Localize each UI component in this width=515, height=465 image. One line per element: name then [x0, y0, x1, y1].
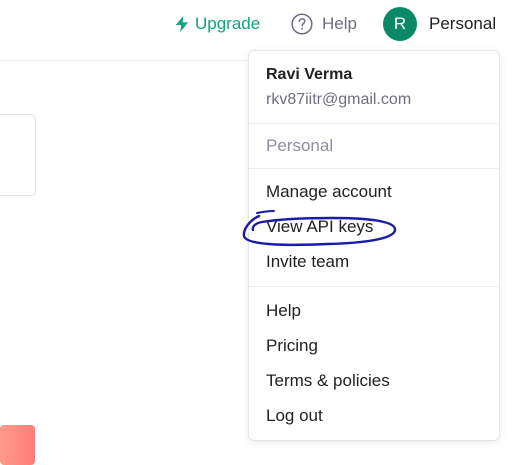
menu-item-view-api-keys[interactable]: View API keys — [266, 216, 373, 238]
menu-divider — [249, 286, 499, 287]
workspace-selector[interactable]: Personal — [266, 135, 333, 157]
upgrade-link[interactable]: Upgrade — [175, 13, 260, 35]
question-circle-icon — [291, 13, 313, 35]
account-menu-trigger[interactable]: R Personal — [383, 7, 496, 41]
gradient-button[interactable] — [0, 425, 35, 465]
menu-divider — [249, 123, 499, 124]
upgrade-label: Upgrade — [195, 14, 261, 33]
menu-item-log-out[interactable]: Log out — [266, 405, 323, 427]
menu-item-pricing[interactable]: Pricing — [266, 335, 318, 357]
menu-item-terms-policies[interactable]: Terms & policies — [266, 370, 390, 392]
menu-item-manage-account[interactable]: Manage account — [266, 181, 392, 203]
content-card — [0, 114, 36, 196]
help-link[interactable]: Help — [291, 12, 357, 36]
top-bar: Upgrade Help R Personal — [0, 0, 515, 48]
menu-item-help[interactable]: Help — [266, 300, 301, 322]
menu-item-invite-team[interactable]: Invite team — [266, 251, 349, 273]
user-name: Ravi Verma — [266, 66, 353, 83]
user-info: Ravi Verma rkv87iitr@gmail.com — [266, 65, 411, 110]
help-label: Help — [322, 14, 357, 33]
menu-divider — [249, 168, 499, 169]
account-dropdown: Ravi Verma rkv87iitr@gmail.com Personal … — [248, 50, 500, 441]
avatar: R — [383, 7, 417, 41]
user-email: rkv87iitr@gmail.com — [266, 91, 412, 108]
lightning-icon — [175, 16, 189, 32]
header-divider — [0, 60, 250, 61]
account-label: Personal — [429, 14, 497, 33]
